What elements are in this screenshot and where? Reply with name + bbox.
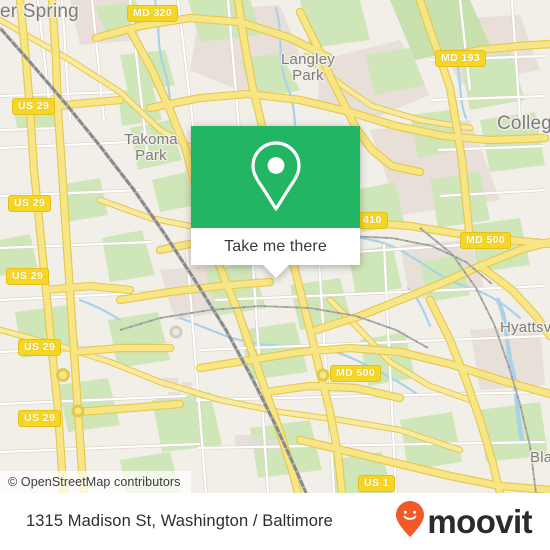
map-pin-icon: [247, 139, 305, 215]
road-shield-us-1: US 1: [358, 475, 395, 492]
road-shield-md-320: MD 320: [127, 5, 179, 22]
moovit-wordmark: moovit: [427, 503, 532, 540]
moovit-pin-icon: [395, 500, 425, 543]
road-shield-us-29-2: US 29: [8, 195, 52, 212]
road-shield-us-29-3: US 29: [6, 268, 50, 285]
osm-attribution[interactable]: © OpenStreetMap contributors: [0, 471, 191, 493]
road-shield-md-500-2: MD 500: [330, 365, 382, 382]
take-me-there-label: Take me there: [224, 237, 327, 255]
moovit-logo[interactable]: moovit: [395, 500, 533, 543]
road-shield-us-29-5: US 29: [18, 410, 62, 427]
road-shield-md-410: 410: [357, 212, 388, 229]
take-me-there-button[interactable]: Take me there: [191, 228, 360, 265]
osm-attribution-text: © OpenStreetMap contributors: [8, 475, 181, 489]
popup-pointer-tail: [262, 265, 289, 278]
moovit-map-screen: .park { fill:#cfe6b8; } .wood { fill:#c8…: [0, 0, 550, 550]
address-text: 1315 Madison St, Washington / Baltimore: [26, 512, 333, 530]
popup-header: [191, 126, 360, 228]
road-shield-md-193: MD 193: [435, 50, 487, 67]
footer-bar: 1315 Madison St, Washington / Baltimore …: [0, 493, 550, 550]
road-shield-md-500-1: MD 500: [460, 232, 512, 249]
location-popup-card[interactable]: Take me there: [191, 126, 360, 278]
road-shield-us-29-1: US 29: [12, 98, 56, 115]
map-canvas[interactable]: .park { fill:#cfe6b8; } .wood { fill:#c8…: [0, 0, 550, 493]
road-shield-us-29-4: US 29: [18, 339, 62, 356]
